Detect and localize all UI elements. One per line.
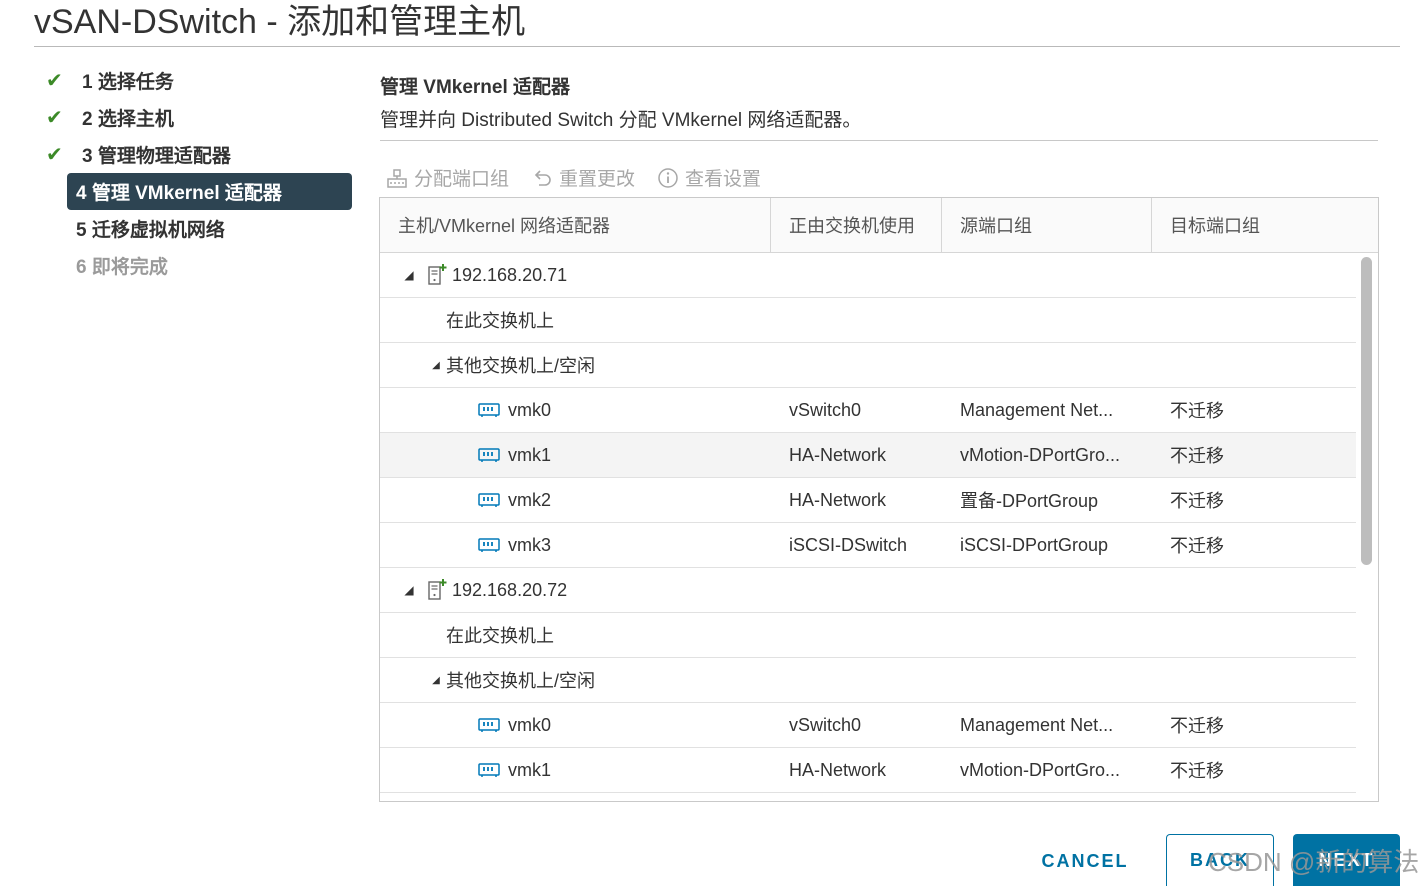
- adapter-row[interactable]: vmk1 HA-Network vMotion-DPortGro... 不迁移: [380, 748, 1356, 793]
- destination-portgroup: 不迁移: [1170, 536, 1224, 556]
- adapter-name: vmk1: [508, 444, 552, 465]
- network-adapter-icon: [478, 763, 500, 777]
- vmkernel-adapters-grid: 主机/VMkernel 网络适配器 正由交换机使用 源端口组 目标端口组 ◢ 1…: [379, 197, 1379, 802]
- host-name: 192.168.20.71: [452, 264, 568, 285]
- in-use-by-switch: HA-Network: [789, 759, 887, 780]
- reset-changes-label: 重置更改: [559, 169, 636, 190]
- window-title: vSAN-DSwitch - 添加和管理主机: [34, 3, 526, 41]
- adapter-row[interactable]: vmk0 vSwitch0 Management Net... 不迁移: [380, 703, 1356, 748]
- destination-portgroup: 不迁移: [1170, 761, 1224, 781]
- toolbar: 分配端口组 重置更改 查看设置: [386, 164, 761, 191]
- adapter-name: vmk0: [508, 714, 552, 735]
- in-use-by-switch: HA-Network: [789, 489, 887, 510]
- host-name: 192.168.20.72: [452, 579, 568, 600]
- adapter-name: vmk0: [508, 399, 552, 420]
- assign-portgroup-icon: [387, 168, 407, 188]
- back-button[interactable]: BACK: [1166, 834, 1274, 886]
- step-label: 4 管理 VMkernel 适配器: [76, 183, 282, 204]
- checkmark-icon: ✔: [46, 144, 63, 166]
- step-migrate-vm-networking[interactable]: 5 迁移虚拟机网络: [40, 210, 352, 247]
- in-use-by-switch: HA-Network: [789, 444, 887, 465]
- column-header-in-use-by[interactable]: 正由交换机使用: [771, 198, 942, 252]
- adapter-row[interactable]: vmk2 HA-Network 置备-DPortGroup 不迁移: [380, 478, 1356, 523]
- grid-rows: ◢ 192.168.20.71 在此交换机上 ◢ 其他交换机上/空闲 vmk0 …: [380, 253, 1356, 793]
- adapter-row[interactable]: vmk3 iSCSI-DSwitch iSCSI-DPortGroup 不迁移: [380, 523, 1356, 568]
- in-use-by-switch: vSwitch0: [789, 714, 862, 735]
- source-portgroup: vMotion-DPortGro...: [960, 444, 1121, 465]
- step-label: 5 迁移虚拟机网络: [76, 220, 225, 241]
- source-portgroup: 置备-DPortGroup: [960, 491, 1099, 511]
- view-settings-label: 查看设置: [685, 169, 762, 190]
- grid-scrollbar[interactable]: [1356, 253, 1377, 800]
- host-row[interactable]: ◢ 192.168.20.72: [380, 568, 1356, 613]
- step-label: 6 即将完成: [76, 257, 168, 278]
- caret-down-icon[interactable]: ◢: [402, 583, 416, 597]
- step-label: 3 管理物理适配器: [82, 146, 231, 167]
- network-adapter-icon: [478, 403, 500, 417]
- step-label: 2 选择主机: [82, 109, 174, 130]
- group-row-other-switches[interactable]: ◢ 其他交换机上/空闲: [380, 658, 1356, 703]
- assign-portgroup-button[interactable]: 分配端口组: [386, 164, 509, 191]
- adapter-row[interactable]: vmk1 HA-Network vMotion-DPortGro... 不迁移: [380, 433, 1356, 478]
- group-row-other-switches[interactable]: ◢ 其他交换机上/空闲: [380, 343, 1356, 388]
- caret-down-icon[interactable]: ◢: [426, 360, 446, 371]
- group-row-on-this-switch[interactable]: 在此交换机上: [380, 613, 1356, 658]
- destination-portgroup: 不迁移: [1170, 446, 1224, 466]
- step-label: 1 选择任务: [82, 72, 174, 93]
- adapter-name: vmk2: [508, 489, 552, 510]
- destination-portgroup: 不迁移: [1170, 716, 1224, 736]
- network-adapter-icon: [478, 448, 500, 462]
- caret-down-icon[interactable]: ◢: [402, 268, 416, 282]
- step-ready-to-complete: 6 即将完成: [40, 247, 352, 284]
- column-header-destination-portgroup[interactable]: 目标端口组: [1152, 198, 1378, 252]
- destination-portgroup: 不迁移: [1170, 491, 1224, 511]
- undo-icon: [534, 169, 551, 186]
- wizard-steps: ✔ 1 选择任务 ✔ 2 选择主机 ✔ 3 管理物理适配器 4 管理 VMker…: [40, 62, 352, 284]
- group-row-on-this-switch[interactable]: 在此交换机上: [380, 298, 1356, 343]
- adapter-row[interactable]: vmk0 vSwitch0 Management Net... 不迁移: [380, 388, 1356, 433]
- host-icon: [428, 579, 447, 600]
- in-use-by-switch: vSwitch0: [789, 399, 862, 420]
- page-heading: 管理 VMkernel 适配器: [380, 77, 571, 98]
- source-portgroup: Management Net...: [960, 714, 1114, 735]
- source-portgroup: iSCSI-DPortGroup: [960, 534, 1109, 555]
- step-manage-physical-adapters[interactable]: ✔ 3 管理物理适配器: [40, 136, 352, 173]
- cancel-button[interactable]: CANCEL: [1030, 838, 1140, 884]
- reset-changes-button[interactable]: 重置更改: [531, 164, 635, 191]
- view-settings-button[interactable]: 查看设置: [657, 164, 761, 191]
- page-description: 管理并向 Distributed Switch 分配 VMkernel 网络适配…: [380, 110, 862, 131]
- adapter-name: vmk3: [508, 534, 552, 555]
- column-header-source-portgroup[interactable]: 源端口组: [942, 198, 1152, 252]
- network-adapter-icon: [478, 718, 500, 732]
- adapter-name: vmk1: [508, 759, 552, 780]
- title-divider: [34, 46, 1400, 47]
- info-icon: [658, 167, 678, 188]
- step-select-task[interactable]: ✔ 1 选择任务: [40, 62, 352, 99]
- scrollbar-thumb[interactable]: [1361, 257, 1372, 565]
- grid-header: 主机/VMkernel 网络适配器 正由交换机使用 源端口组 目标端口组: [380, 198, 1378, 253]
- column-header-adapter[interactable]: 主机/VMkernel 网络适配器: [380, 198, 771, 252]
- step-manage-vmkernel-adapters[interactable]: 4 管理 VMkernel 适配器: [67, 173, 352, 210]
- checkmark-icon: ✔: [46, 107, 63, 129]
- caret-down-icon[interactable]: ◢: [426, 675, 446, 686]
- network-adapter-icon: [478, 493, 500, 507]
- host-row[interactable]: ◢ 192.168.20.71: [380, 253, 1356, 298]
- source-portgroup: vMotion-DPortGro...: [960, 759, 1121, 780]
- in-use-by-switch: iSCSI-DSwitch: [789, 534, 908, 555]
- assign-portgroup-label: 分配端口组: [414, 169, 510, 190]
- checkmark-icon: ✔: [46, 70, 63, 92]
- destination-portgroup: 不迁移: [1170, 401, 1224, 421]
- network-adapter-icon: [478, 538, 500, 552]
- source-portgroup: Management Net...: [960, 399, 1114, 420]
- host-icon: [428, 264, 447, 285]
- next-button[interactable]: NEXT: [1293, 834, 1400, 886]
- content-divider: [380, 140, 1378, 141]
- step-select-hosts[interactable]: ✔ 2 选择主机: [40, 99, 352, 136]
